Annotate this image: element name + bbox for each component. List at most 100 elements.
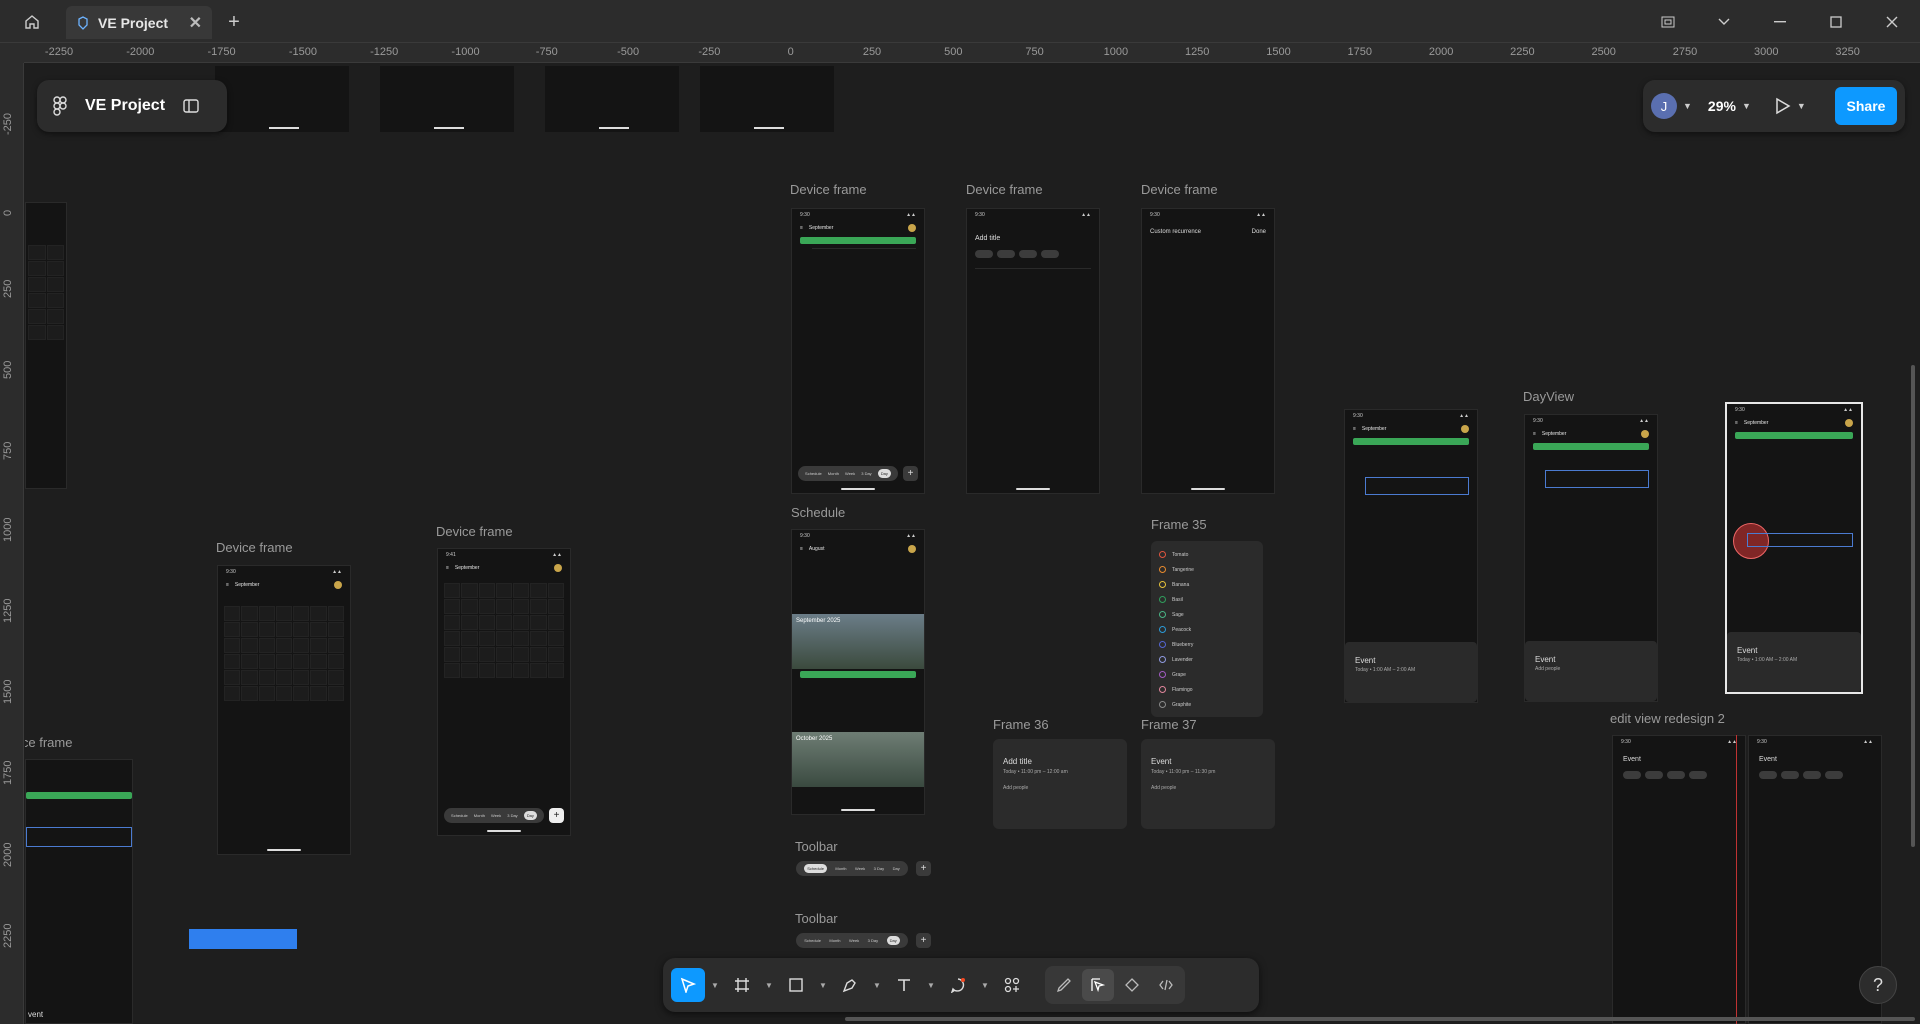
figma-logo-icon[interactable] [53, 96, 67, 116]
chevron-down-icon[interactable]: ▼ [1683, 101, 1692, 111]
close-tab-icon[interactable]: ✕ [189, 13, 202, 33]
event-bottom-sheet[interactable]: Event Add people [1525, 641, 1657, 701]
horizontal-scrollbar[interactable] [845, 1017, 1915, 1021]
done-button[interactable]: Done [1252, 229, 1266, 235]
frame-tool[interactable] [725, 968, 759, 1002]
view-day[interactable]: Day [523, 811, 537, 820]
event-details[interactable] [967, 269, 1099, 449]
add-title-sheet[interactable]: Add title Today • 11:00 pm – 12:00 am Ad… [993, 739, 1127, 829]
vertical-scrollbar[interactable] [1911, 365, 1915, 847]
frame-tile[interactable] [380, 66, 514, 132]
chevron-down-icon[interactable]: ▼ [1797, 101, 1806, 111]
view-switcher[interactable]: Schedule Month Week 3 Day Day [798, 466, 898, 481]
toolbar-add-button[interactable]: + [916, 861, 931, 876]
share-button[interactable]: Share [1835, 87, 1897, 125]
frame-tile[interactable] [215, 66, 349, 132]
chevron-down-icon[interactable] [1710, 8, 1738, 36]
add-event-button[interactable]: + [903, 466, 918, 481]
shape-tool[interactable] [779, 968, 813, 1002]
close-window-button[interactable] [1878, 8, 1906, 36]
maximize-button[interactable] [1822, 8, 1850, 36]
pen-tool[interactable] [833, 968, 867, 1002]
view-3day[interactable]: 3 Day [507, 813, 517, 818]
color-picker-frame[interactable]: Tomato Tangerine Banana Basil Sage Peaco… [1151, 541, 1263, 717]
chevron-down-icon[interactable]: ▼ [709, 981, 721, 990]
device-frame-day-event-1[interactable]: 9:30 ▲▲ ≡ September Event Today • 1:00 AM … [1344, 409, 1478, 703]
zoom-level[interactable]: 29% [1708, 98, 1736, 114]
assets-tool[interactable] [995, 968, 1029, 1002]
view-day[interactable]: Day [877, 469, 891, 478]
view-month[interactable]: Month [835, 866, 846, 871]
design-canvas[interactable]: Device frame 9:30 ▲▲ ≡ September Schedule … [25, 64, 1920, 1024]
move-tool[interactable] [671, 968, 705, 1002]
selected-event-slot[interactable] [26, 827, 132, 847]
edit-details[interactable] [1749, 779, 1881, 979]
partial-frame[interactable] [25, 202, 67, 489]
view-month[interactable]: Month [474, 813, 485, 818]
text-tool[interactable] [887, 968, 921, 1002]
view-3day[interactable]: 3 Day [861, 471, 871, 476]
draw-mode-button[interactable] [1048, 969, 1080, 1001]
dev-mode-button[interactable] [1150, 969, 1182, 1001]
add-event-button[interactable]: + [549, 808, 564, 823]
device-frame-day[interactable]: 9:30 ▲▲ ≡ September Schedule Month Week 3 … [791, 208, 925, 494]
device-frame-recurrence[interactable]: 9:30 ▲▲ Custom recurrence Done [1141, 208, 1275, 494]
sheet-add-people[interactable]: Add people [1535, 666, 1647, 672]
recurrence-options[interactable] [1142, 243, 1274, 453]
toolbar-add-button[interactable]: + [916, 933, 931, 948]
selected-event-slot[interactable] [1747, 533, 1853, 547]
month-grid[interactable] [218, 606, 350, 701]
home-button[interactable] [12, 8, 52, 36]
schedule-event[interactable] [800, 671, 916, 678]
view-switcher[interactable]: Schedule Month Week 3 Day Day [444, 808, 544, 823]
event-sheet[interactable]: Event Today • 11:00 pm – 11:30 pm Add pe… [1141, 739, 1275, 829]
toolbar-component-1[interactable]: Schedule Month Week 3 Day Day [796, 861, 908, 876]
device-frame-add-event[interactable]: 9:30 ▲▲ Add title [966, 208, 1100, 494]
all-day-event[interactable] [1353, 438, 1469, 445]
add-title-field[interactable]: Add title [967, 221, 1099, 246]
edit-view-frame-1[interactable]: 9:30 ▲▲ Event [1612, 735, 1746, 1024]
event-type-chips[interactable] [967, 246, 1099, 262]
view-day[interactable]: Day [886, 936, 900, 945]
tab-ve-project[interactable]: VE Project ✕ [66, 6, 212, 39]
chevron-down-icon[interactable]: ▼ [871, 981, 883, 990]
dayview-frame[interactable]: 9:30 ▲▲ ≡ September Event Add people [1524, 414, 1658, 702]
all-day-event[interactable] [800, 237, 916, 244]
view-week[interactable]: Week [845, 471, 855, 476]
edit-title[interactable]: Event [1749, 748, 1881, 771]
blue-rectangle[interactable] [189, 929, 297, 949]
design-mode-button[interactable] [1082, 969, 1114, 1001]
play-icon[interactable] [1775, 97, 1791, 115]
event-bottom-sheet[interactable]: Event Today • 1:00 AM – 2:00 AM [1345, 642, 1477, 702]
event-bottom-sheet[interactable]: Event Today • 1:00 AM – 2:00 AM [1727, 632, 1861, 692]
selected-event-slot[interactable] [1365, 477, 1469, 495]
schedule-frame[interactable]: 9:30 ▲▲ ≡ August September 2025 October 20… [791, 529, 925, 815]
view-schedule[interactable]: Schedule [804, 938, 821, 943]
help-button[interactable]: ? [1859, 966, 1897, 1004]
device-frame-month[interactable]: 9:30 ▲▲ ≡ September [217, 565, 351, 855]
view-week[interactable]: Week [855, 866, 865, 871]
view-week[interactable]: Week [491, 813, 501, 818]
project-name[interactable]: VE Project [85, 97, 165, 115]
selected-event-slot[interactable] [1545, 470, 1649, 488]
partial-device-frame[interactable]: vent [25, 759, 133, 1024]
toolbar-component-2[interactable]: Schedule Month Week 3 Day Day [796, 933, 908, 948]
view-schedule[interactable]: Schedule [805, 471, 822, 476]
view-day[interactable]: Day [893, 866, 900, 871]
chevron-down-icon[interactable]: ▼ [1742, 101, 1751, 111]
view-3day[interactable]: 3 Day [868, 938, 878, 943]
view-month[interactable]: Month [829, 938, 840, 943]
frame-tile[interactable] [545, 66, 679, 132]
device-frame-selected[interactable]: 9:30 ▲▲ ≡ September Event Today • 1:00 AM … [1725, 402, 1863, 694]
edit-details[interactable] [1613, 779, 1745, 979]
app-menu-button[interactable] [1654, 8, 1682, 36]
frame-tile[interactable] [700, 66, 834, 132]
view-schedule[interactable]: Schedule [451, 813, 468, 818]
view-week[interactable]: Week [849, 938, 859, 943]
new-tab-button[interactable]: + [222, 8, 246, 36]
month-grid[interactable] [438, 583, 570, 678]
sheet-add-people[interactable]: Add people [1151, 785, 1265, 791]
minimize-button[interactable] [1766, 8, 1794, 36]
event-type-chips[interactable] [1613, 771, 1745, 779]
view-month[interactable]: Month [828, 471, 839, 476]
